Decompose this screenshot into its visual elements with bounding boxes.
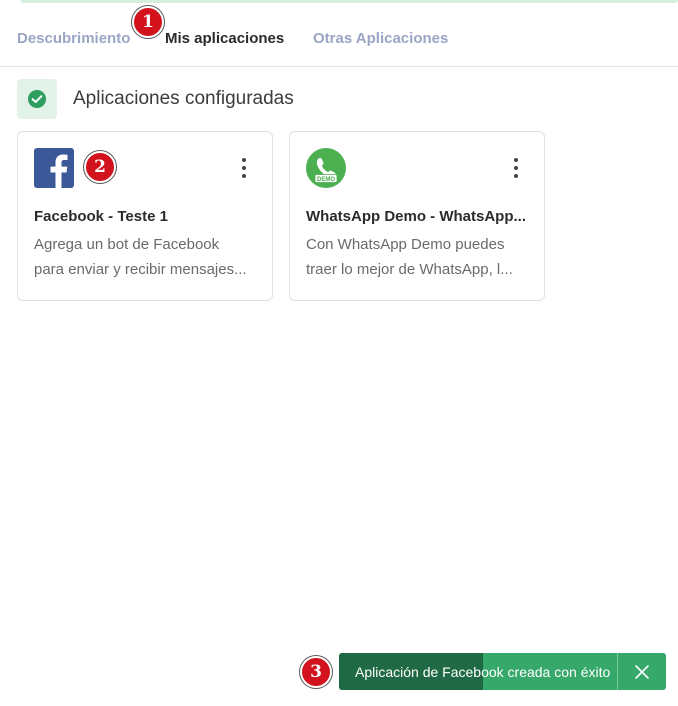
close-icon[interactable]: [618, 653, 666, 690]
tab-mis-aplicaciones[interactable]: Mis aplicaciones: [165, 30, 284, 47]
tab-bar: Descubrimiento Mis aplicaciones Otras Ap…: [0, 0, 678, 67]
card-menu-button[interactable]: [512, 158, 520, 178]
toast-message: Aplicación de Facebook creada con éxito: [355, 663, 611, 680]
card-title: Facebook - Teste 1: [34, 208, 168, 225]
facebook-logo-icon: [34, 148, 74, 188]
success-toast: Aplicación de Facebook creada con éxito: [339, 653, 666, 690]
card-menu-button[interactable]: [240, 158, 248, 178]
annotation-marker-1: 1: [132, 6, 164, 38]
card-description-line: Con WhatsApp Demo puedes: [306, 236, 505, 253]
annotation-marker-2: 2: [84, 151, 116, 183]
tab-otras-aplicaciones[interactable]: Otras Aplicaciones: [313, 30, 448, 47]
card-description-line: traer lo mejor de WhatsApp, l...: [306, 261, 513, 278]
check-circle-icon: [17, 79, 57, 119]
app-card-facebook[interactable]: Facebook - Teste 1 Agrega un bot de Face…: [17, 131, 273, 301]
card-description-line: Agrega un bot de Facebook: [34, 236, 220, 253]
annotation-marker-3: 3: [300, 656, 332, 688]
demo-badge: DEMO: [317, 177, 335, 183]
app-card-whatsapp-demo[interactable]: DEMO WhatsApp Demo - WhatsApp... Con Wha…: [289, 131, 545, 301]
card-title: WhatsApp Demo - WhatsApp...: [306, 208, 526, 225]
tab-descubrimiento[interactable]: Descubrimiento: [17, 30, 130, 47]
configured-apps-header: Aplicaciones configuradas: [17, 79, 294, 119]
card-description-line: para enviar y recibir mensajes...: [34, 261, 247, 278]
section-title: Aplicaciones configuradas: [73, 88, 294, 109]
whatsapp-demo-logo-icon: DEMO: [306, 148, 346, 188]
